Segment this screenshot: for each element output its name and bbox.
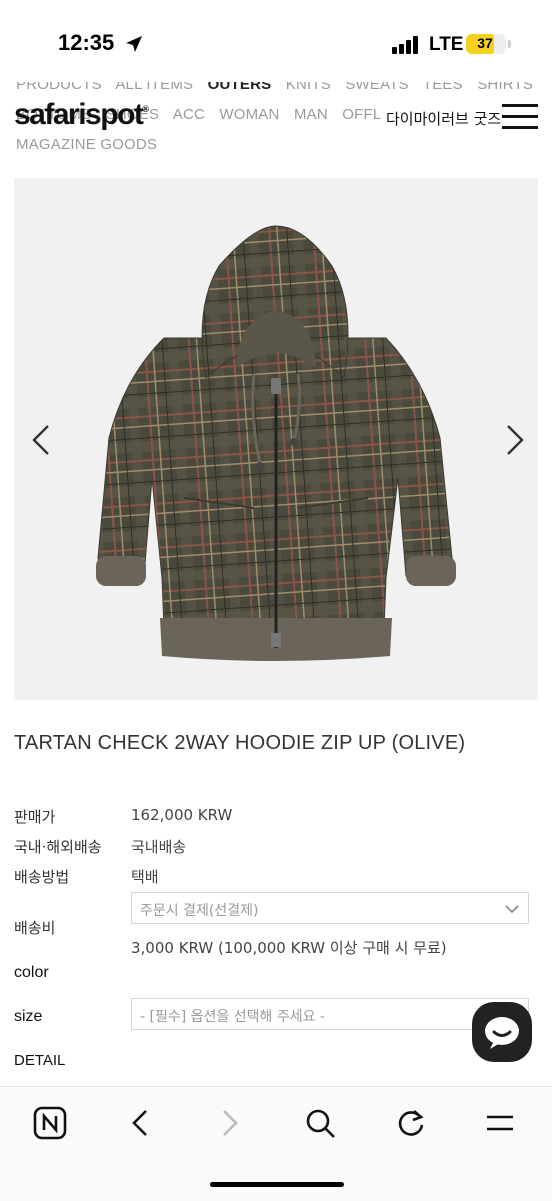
size-select-placeholder: - [필수] 옵션을 선택해 주세요 - — [140, 1009, 325, 1025]
goods-link[interactable]: 다이마이러브 굿즈 — [382, 108, 506, 129]
location-arrow-icon — [124, 34, 144, 58]
ship-region-value: 국내배송 — [131, 838, 187, 856]
category-menu-row-3: MAGAZINE GOODS — [16, 136, 167, 153]
chevron-left-icon[interactable] — [26, 422, 56, 458]
chat-button[interactable] — [472, 1002, 532, 1062]
battery-percent: 37 — [477, 35, 493, 51]
logo-text: safarispot — [14, 98, 144, 131]
color-label: color — [14, 964, 49, 981]
chevron-right-icon[interactable] — [500, 422, 530, 458]
menu-item-man[interactable]: MAN — [294, 106, 328, 123]
battery-icon: 37 — [466, 34, 511, 54]
ship-fee-note: 3,000 KRW (100,000 KRW 이상 구매 시 무료) — [131, 939, 447, 957]
hamburger-menu-icon[interactable] — [502, 104, 538, 132]
menu-icon[interactable] — [482, 1105, 518, 1141]
ship-fee-select[interactable]: 주문시 결제(선결제) — [131, 892, 529, 924]
network-type: LTE — [429, 34, 464, 55]
ship-region-label: 국내·해외배송 — [14, 838, 102, 856]
ship-method-label: 배송방법 — [14, 868, 70, 886]
naver-home-icon[interactable] — [32, 1105, 68, 1141]
refresh-icon[interactable] — [392, 1105, 428, 1141]
search-icon[interactable] — [302, 1105, 338, 1141]
ship-method-value: 택배 — [131, 868, 159, 886]
home-indicator — [210, 1182, 344, 1187]
back-icon[interactable] — [122, 1105, 158, 1141]
status-time: 12:35 — [58, 30, 115, 55]
chat-icon — [485, 1017, 519, 1049]
chevron-down-icon — [504, 901, 520, 920]
logo-mark: ® — [142, 104, 149, 114]
brand-logo[interactable]: safarispot® — [14, 98, 149, 132]
ship-fee-select-value: 주문시 결제(선결제) — [140, 903, 259, 919]
forward-icon[interactable] — [212, 1105, 248, 1141]
menu-item-woman[interactable]: WOMAN — [219, 106, 279, 123]
price-value: 162,000 KRW — [131, 806, 233, 824]
status-bar: 12:35 LTE 37 — [0, 0, 552, 80]
size-select[interactable]: - [필수] 옵션을 선택해 주세요 - — [131, 998, 529, 1030]
menu-item-acc[interactable]: ACC — [173, 106, 205, 123]
hoodie-illustration — [96, 225, 456, 661]
price-label: 판매가 — [14, 808, 56, 826]
product-title: TARTAN CHECK 2WAY HOODIE ZIP UP (OLIVE) — [14, 732, 466, 754]
ship-fee-label: 배송비 — [14, 919, 56, 937]
menu-item-magazine-goods[interactable]: MAGAZINE GOODS — [16, 136, 157, 153]
signal-icon — [392, 36, 420, 58]
detail-label: DETAIL — [14, 1052, 66, 1069]
size-label: size — [14, 1008, 43, 1025]
product-image[interactable] — [14, 178, 538, 700]
